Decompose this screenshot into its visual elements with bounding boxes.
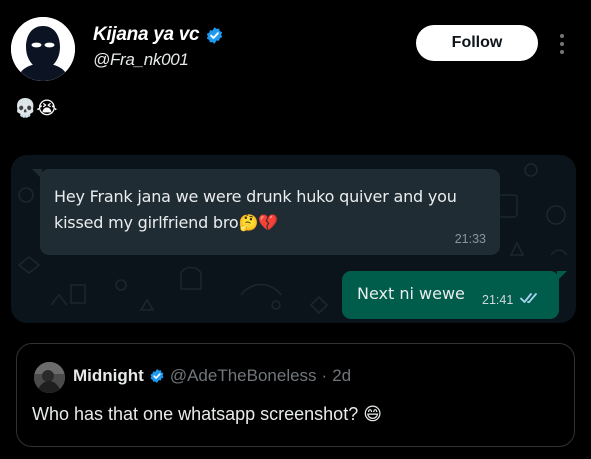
verified-badge-icon bbox=[207, 26, 223, 44]
incoming-message-text: Hey Frank jana we were drunk huko quiver… bbox=[54, 187, 457, 232]
whatsapp-screenshot-image[interactable]: Hey Frank jana we were drunk huko quiver… bbox=[11, 155, 576, 323]
quoted-post-time[interactable]: 2d bbox=[332, 366, 351, 386]
quoted-post-card[interactable]: Midnight @AdeTheBoneless · 2d Who has th… bbox=[16, 343, 575, 447]
outgoing-message-bubble: Next ni wewe 21:41 bbox=[342, 271, 567, 319]
outgoing-message-time: 21:41 bbox=[482, 293, 514, 307]
double-check-icon bbox=[520, 293, 537, 304]
quoted-author-avatar[interactable] bbox=[34, 362, 65, 393]
outgoing-message-text: Next ni wewe bbox=[357, 284, 465, 303]
quoted-author-name[interactable]: Midnight bbox=[73, 366, 144, 386]
author-name-row: Kijana ya vc bbox=[93, 24, 224, 46]
quoted-author-row: Midnight @AdeTheBoneless · 2d bbox=[73, 366, 351, 386]
author-handle[interactable]: @Fra_nk001 bbox=[93, 50, 189, 70]
verified-badge-icon bbox=[150, 369, 164, 383]
incoming-message-bubble: Hey Frank jana we were drunk huko quiver… bbox=[32, 169, 500, 255]
more-vertical-icon[interactable] bbox=[552, 30, 572, 58]
balaclava-avatar-icon bbox=[11, 17, 75, 81]
quoted-post-text: Who has that one whatsapp screenshot? 😄 bbox=[32, 404, 382, 424]
incoming-bubble-tail bbox=[32, 169, 42, 179]
author-display-name[interactable]: Kijana ya vc bbox=[93, 24, 200, 46]
post-text: 💀😭 bbox=[14, 98, 58, 119]
separator-dot: · bbox=[321, 366, 328, 385]
follow-button[interactable]: Follow bbox=[416, 25, 538, 61]
person-avatar-icon bbox=[34, 362, 65, 393]
quoted-author-handle[interactable]: @AdeTheBoneless bbox=[170, 366, 317, 386]
outgoing-bubble-tail bbox=[557, 271, 567, 281]
author-avatar[interactable] bbox=[11, 17, 75, 81]
incoming-message-time: 21:33 bbox=[454, 232, 486, 246]
